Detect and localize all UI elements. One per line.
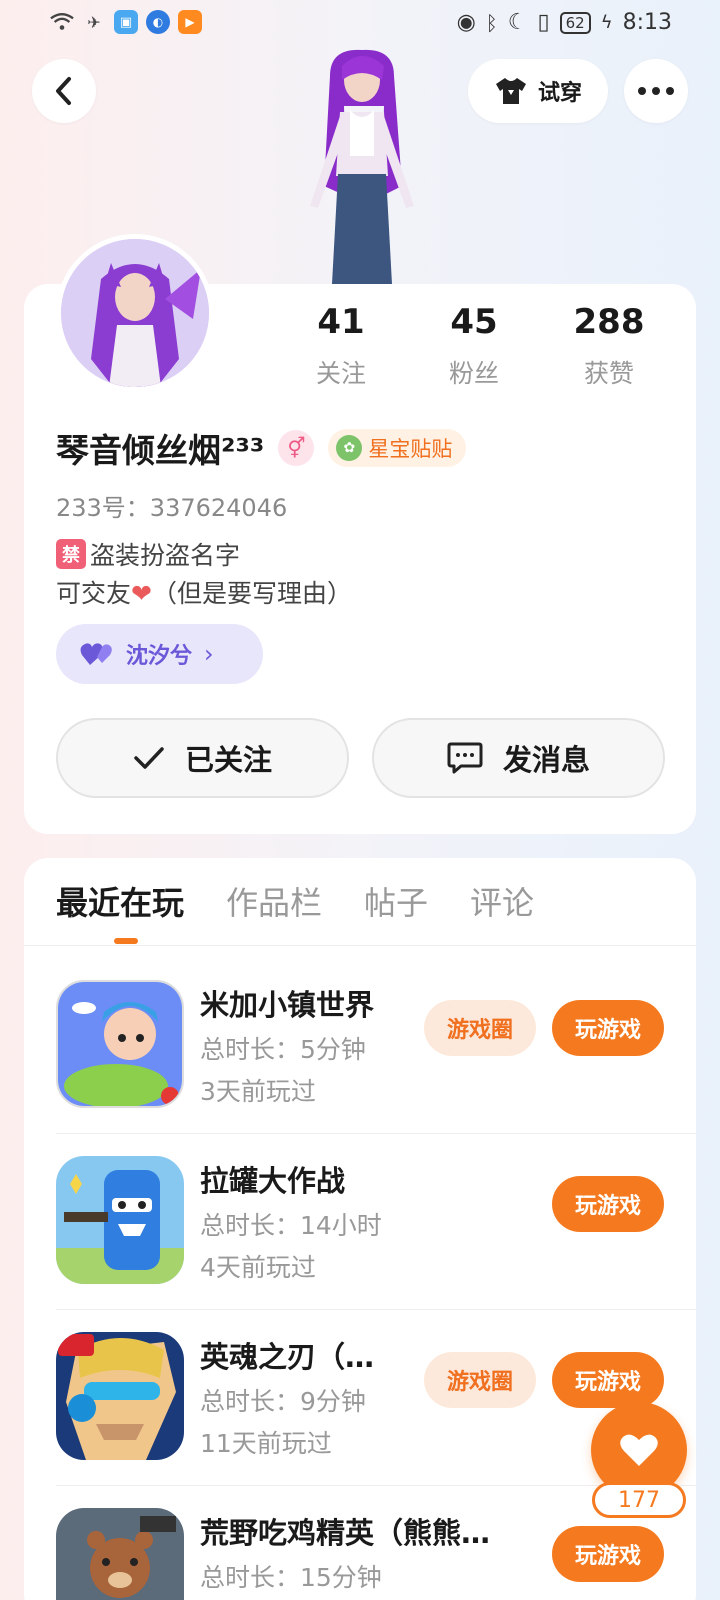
avatar-3d-figure[interactable]: [290, 46, 440, 284]
game-playtime: 总时长：5分钟: [200, 1035, 366, 1064]
likes-count: 288: [573, 302, 645, 342]
chat-bubble-icon: [447, 742, 483, 774]
battery-indicator: 62: [559, 11, 591, 34]
followers-count: 45: [450, 302, 498, 342]
send-message-button[interactable]: 发消息: [372, 718, 665, 798]
browser-notification-icon: ◐: [146, 10, 170, 34]
tag-label: 星宝贴贴: [368, 437, 453, 461]
user-id: 233号：337624046: [56, 494, 288, 522]
nickname-row: 琴音倾丝烟²³³ ⚥ ✿ 星宝贴贴: [56, 424, 467, 472]
tab-divider: [24, 945, 696, 946]
more-options-button[interactable]: [624, 59, 688, 123]
game-circle-button[interactable]: 游戏圈: [424, 1352, 536, 1408]
profile-tabs: 最近在玩 作品栏 帖子 评论: [56, 878, 534, 924]
clock: 8:13: [622, 10, 672, 35]
stat-following[interactable]: 41 关注: [281, 302, 401, 390]
try-on-label: 试穿: [537, 81, 582, 106]
moon-icon: ☾: [507, 10, 528, 35]
active-tab-indicator: [114, 938, 138, 944]
game-title: 拉罐大作战: [200, 1164, 346, 1198]
play-game-button[interactable]: 玩游戏: [552, 1526, 664, 1582]
double-heart-icon: [80, 643, 112, 665]
game-title: 英魂之刃（…: [200, 1340, 375, 1374]
game-last-played: 11天前玩过: [200, 1429, 332, 1458]
play-game-button[interactable]: 玩游戏: [552, 1352, 664, 1408]
vibrate-icon: ▯: [537, 10, 550, 35]
game-title: 米加小镇世界: [200, 988, 375, 1022]
following-label: 关注: [315, 359, 366, 388]
tab-posts[interactable]: 帖子: [364, 878, 428, 924]
back-button[interactable]: [32, 59, 96, 123]
chevron-left-icon: [56, 77, 71, 105]
bio-text-1: 盗装扮盗名字: [90, 541, 241, 570]
stat-likes[interactable]: 288 获赞: [549, 302, 669, 390]
status-icons-right: ◉ ᛒ ☾ ▯ 62 ϟ 8:13: [457, 10, 672, 35]
game-last-played: 4天前玩过: [200, 1253, 316, 1282]
relationship-chip[interactable]: 沈汐兮 ›: [56, 624, 263, 684]
following-count: 41: [317, 302, 365, 342]
bio-line-1: 禁 盗装扮盗名字: [56, 536, 240, 572]
chevron-right-icon: ›: [204, 640, 214, 668]
game-playtime: 总时长：15分钟: [200, 1563, 382, 1592]
game-circle-button[interactable]: 游戏圈: [424, 1000, 536, 1056]
gender-icon: ⚥: [278, 430, 315, 466]
list-item[interactable]: 拉罐大作战 总时长：14小时 4天前玩过 玩游戏: [24, 1134, 696, 1310]
tag-badge[interactable]: ✿ 星宝贴贴: [328, 429, 467, 467]
play-game-button[interactable]: 玩游戏: [552, 1176, 664, 1232]
try-on-button[interactable]: 试穿: [468, 59, 608, 123]
tab-recent-played[interactable]: 最近在玩: [56, 878, 184, 924]
status-bar: ✈ ▣ ◐ ▶ ◉ ᛒ ☾ ▯ 62 ϟ 8:13: [0, 0, 720, 48]
like-count: 177: [592, 1482, 686, 1518]
followers-label: 粉丝: [448, 359, 499, 388]
check-icon: [134, 747, 164, 769]
play-game-button[interactable]: 玩游戏: [552, 1000, 664, 1056]
tab-works[interactable]: 作品栏: [226, 878, 322, 924]
ban-icon: 禁: [56, 539, 86, 569]
eye-icon: ◉: [456, 10, 476, 35]
bluetooth-icon: ᛒ: [485, 10, 498, 35]
game-title: 荒野吃鸡精英（熊熊…: [200, 1516, 491, 1550]
list-item[interactable]: 米加小镇世界 总时长：5分钟 3天前玩过 游戏圈 玩游戏: [24, 958, 696, 1134]
status-icons-left: ✈ ▣ ◐ ▶: [50, 10, 202, 34]
relation-name: 沈汐兮: [126, 644, 193, 669]
wifi-icon: [50, 10, 74, 34]
heart-icon: ❤: [131, 579, 152, 608]
app-notification-icon: ▣: [114, 10, 138, 34]
game-playtime: 总时长：14小时: [200, 1211, 382, 1240]
game-last-played: 3天前玩过: [200, 1077, 316, 1106]
stat-followers[interactable]: 45 粉丝: [414, 302, 534, 390]
game-icon: [56, 1332, 184, 1460]
nickname: 琴音倾丝烟²³³: [56, 431, 265, 470]
bio-text-2-prefix: 可交友: [56, 579, 132, 608]
star-baby-icon: ✿: [336, 435, 363, 461]
tshirt-icon: [495, 78, 526, 104]
follow-label: 已关注: [184, 743, 272, 777]
game-icon: [56, 1156, 184, 1284]
game-playtime: 总时长：9分钟: [200, 1387, 366, 1416]
airplane-icon: ✈: [87, 12, 101, 32]
avatar[interactable]: [56, 234, 214, 392]
follow-button[interactable]: 已关注: [56, 718, 349, 798]
likes-label: 获赞: [583, 359, 634, 388]
more-dots-icon: [638, 87, 674, 95]
tab-comments[interactable]: 评论: [470, 878, 534, 924]
video-notification-icon: ▶: [178, 10, 202, 34]
charging-icon: ϟ: [600, 12, 613, 33]
game-icon: [56, 980, 184, 1108]
bio-text-2-suffix: （但是要写理由）: [151, 579, 352, 608]
bio-line-2: 可交友❤（但是要写理由）: [56, 574, 352, 610]
game-icon: [56, 1508, 184, 1600]
heart-icon: [620, 1434, 658, 1466]
message-label: 发消息: [502, 743, 590, 777]
